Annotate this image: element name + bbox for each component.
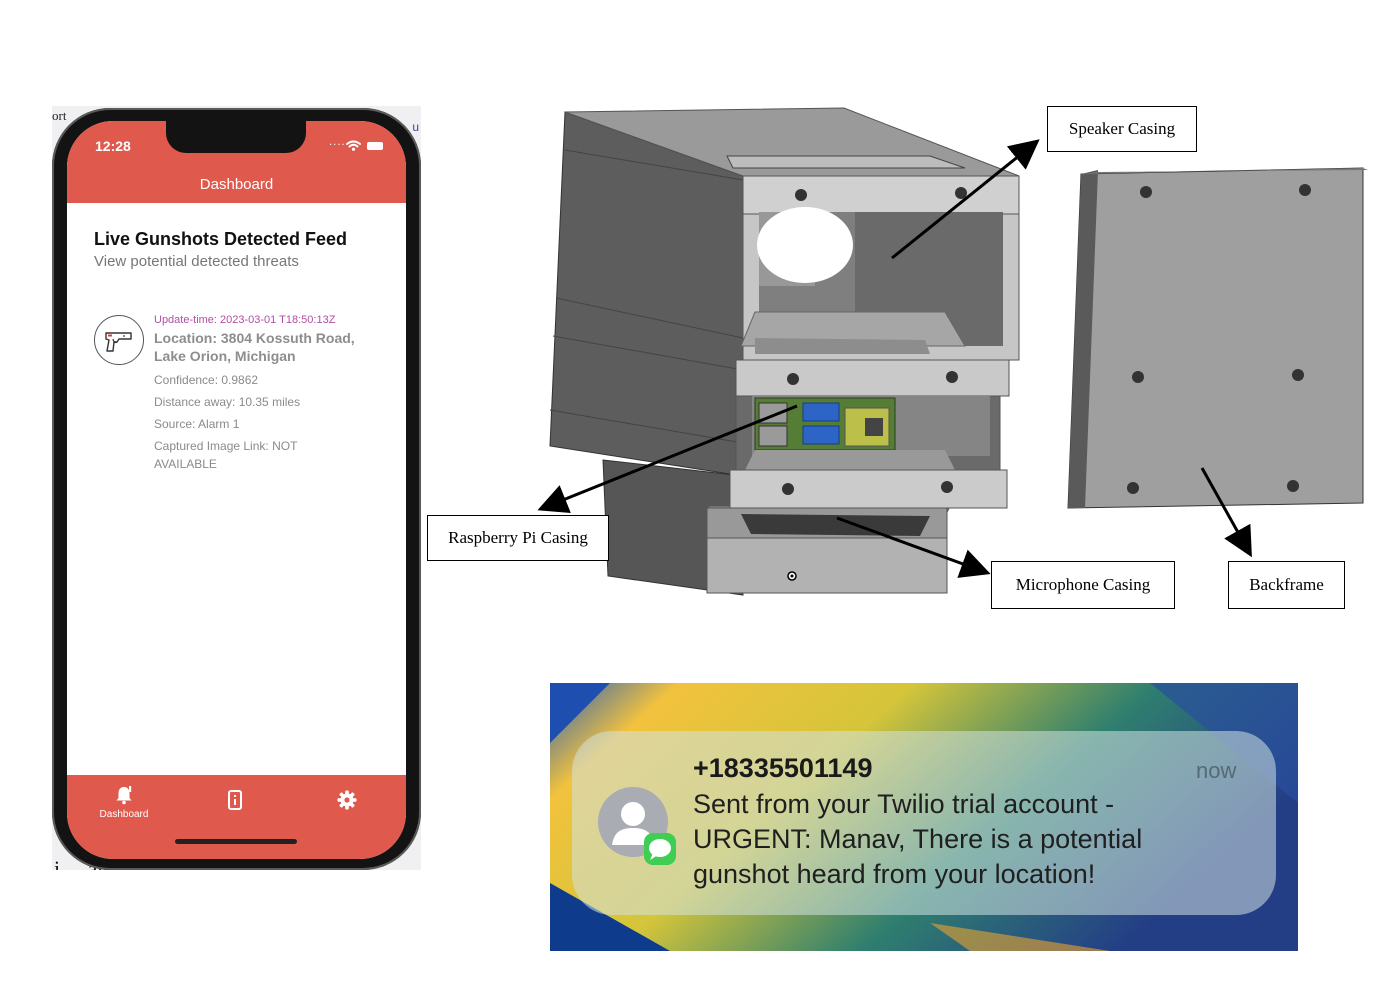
app-screen: 12:28 .... Dashboard Live Gunshots Detec… — [67, 121, 406, 859]
alert-distance: Distance away: 10.35 miles — [154, 395, 301, 409]
home-indicator — [175, 839, 297, 844]
alert-source: Source: Alarm 1 — [154, 417, 240, 431]
notification-sender: +18335501149 — [693, 753, 873, 783]
battery-icon — [367, 142, 383, 150]
page-title: Dashboard — [199, 176, 274, 193]
label-speaker-casing: Speaker Casing — [1047, 106, 1197, 152]
phone-screenshot: ort u i ... and Interpretation 12:28 ...… — [52, 106, 421, 870]
tab-bar: Dashboard — [67, 775, 406, 859]
status-time: 12:28 — [95, 138, 131, 154]
tab-dashboard[interactable]: Dashboard — [89, 785, 159, 820]
cad-exploded-view: Speaker Casing Raspberry Pi Casing Micro… — [425, 98, 1385, 618]
background-text-fragment: u — [412, 120, 419, 134]
app-header: 12:28 .... Dashboard — [67, 121, 406, 203]
bell-icon — [116, 786, 132, 805]
signal-icon: .... — [329, 137, 346, 148]
feed-subtitle: View potential detected threats — [94, 253, 299, 270]
gun-icon — [94, 315, 144, 365]
tab-dashboard-label: Dashboard — [99, 809, 149, 820]
alert-list-item[interactable]: Update-time: 2023-03-01 T18:50:13Z Locat… — [94, 311, 384, 481]
alert-update-time: Update-time: 2023-03-01 T18:50:13Z — [154, 314, 336, 326]
background-text-fragment: ort — [52, 108, 67, 123]
label-backframe: Backframe — [1228, 561, 1345, 609]
sms-notification-screenshot: +18335501149 now Sent from your Twilio t… — [550, 683, 1298, 951]
notch — [166, 121, 306, 153]
alert-image-link: Captured Image Link: NOT AVAILABLE — [154, 439, 298, 471]
label-raspberry-pi-casing: Raspberry Pi Casing — [427, 515, 609, 561]
phone-frame: 12:28 .... Dashboard Live Gunshots Detec… — [52, 108, 421, 870]
alert-location: Location: 3804 Kossuth Road, Lake Orion,… — [154, 330, 355, 364]
label-microphone-casing: Microphone Casing — [991, 561, 1175, 609]
messages-icon — [644, 833, 676, 865]
alert-confidence: Confidence: 0.9862 — [154, 373, 259, 387]
feed-title: Live Gunshots Detected Feed — [94, 229, 348, 249]
notification-time: now — [1196, 758, 1237, 783]
wifi-icon — [346, 140, 361, 151]
gear-icon[interactable] — [337, 790, 357, 810]
notification-body: Sent from your Twilio trial account - UR… — [693, 789, 1143, 889]
device-icon[interactable] — [227, 790, 243, 810]
